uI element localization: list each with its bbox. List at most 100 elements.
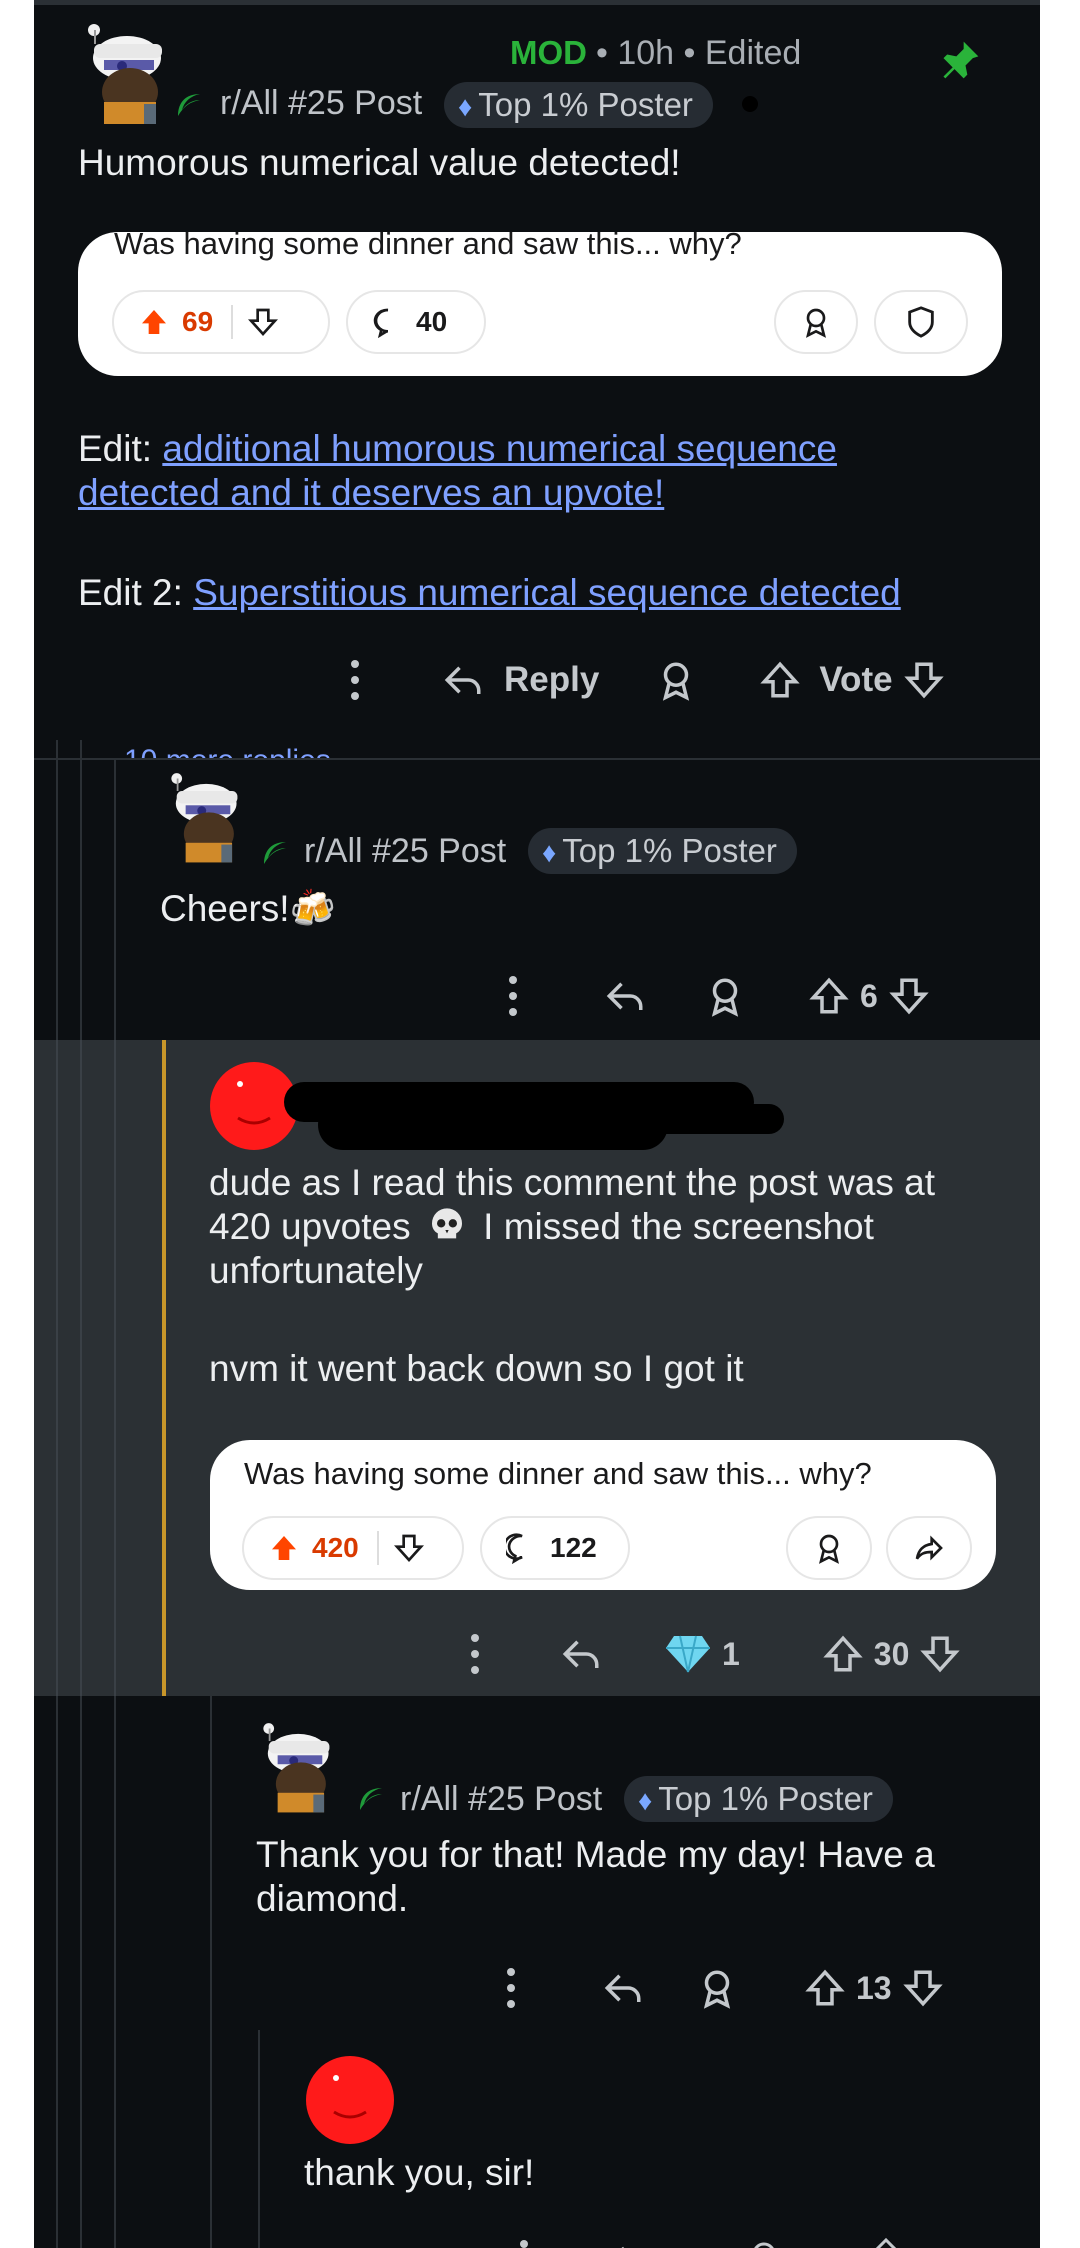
screenshot-seam	[34, 758, 1040, 760]
upvote-icon[interactable]	[759, 659, 801, 701]
comment-actions: Reply Vote	[348, 650, 945, 710]
snoo-avatar[interactable]	[258, 1718, 358, 1814]
upvote-icon[interactable]	[268, 1532, 300, 1564]
comment-body: nvm it went back down so I got it	[209, 1348, 744, 1389]
thread-line	[114, 1040, 116, 1696]
diamond-icon: ♦	[458, 91, 473, 122]
shield-icon	[908, 306, 934, 338]
mod-shield-button[interactable]	[874, 290, 968, 354]
upvote-icon[interactable]	[808, 975, 850, 1017]
edit-2: Edit 2: Superstitious numerical sequence…	[78, 570, 901, 615]
leaf-icon	[264, 842, 286, 864]
upvote-icon[interactable]	[804, 1967, 846, 2009]
reply-icon[interactable]	[604, 975, 646, 1017]
share-icon	[915, 1535, 943, 1561]
reply-icon[interactable]	[602, 1967, 644, 2009]
award-icon	[819, 1534, 839, 1564]
diamond-icon: ♦	[542, 837, 557, 868]
community-rank[interactable]: r/All #25 Post	[304, 832, 506, 871]
downvote-icon[interactable]	[903, 659, 945, 701]
embed-upvote-count: 420	[312, 1532, 359, 1563]
redacted-username	[534, 1104, 784, 1134]
user-flair[interactable]: ♦ Top 1% Poster	[444, 82, 713, 128]
edit-1-link-continued[interactable]: detected and it deserves an upvote!	[78, 472, 664, 513]
share-button[interactable]	[886, 1516, 972, 1580]
comment-body: Cheers!🍻	[160, 888, 336, 929]
leaf-icon	[360, 1788, 382, 1810]
more-icon[interactable]	[504, 1966, 518, 2010]
reply-button[interactable]: Reply	[504, 660, 599, 700]
embed-comment-count: 40	[416, 306, 448, 337]
award-icon[interactable]	[696, 1967, 738, 2009]
edit-1-link[interactable]: additional humorous numerical sequence	[162, 428, 837, 469]
comments-pill[interactable]: 40	[346, 290, 486, 354]
downvote-icon[interactable]	[919, 1633, 961, 1675]
top-divider	[34, 0, 1040, 5]
score: 13	[856, 1969, 892, 2006]
flair-label: Top 1% Poster	[658, 1780, 873, 1817]
snoo-avatar[interactable]	[166, 768, 266, 864]
thread-line	[258, 2030, 260, 2248]
vote-label: Vote	[819, 660, 893, 699]
award-icon[interactable]	[655, 659, 697, 701]
flair-label: Top 1% Poster	[562, 832, 777, 869]
pin-icon[interactable]	[938, 38, 982, 82]
diamond-icon: ♦	[638, 1785, 653, 1816]
comment-icon	[373, 308, 389, 338]
edit-1-line2: detected and it deserves an upvote!	[78, 470, 664, 515]
online-dot	[742, 96, 758, 112]
post-embed-card[interactable]: Was having some dinner and saw this... w…	[78, 226, 1002, 376]
diamond-icon[interactable]	[664, 1634, 712, 1674]
comment-body: dude as I read this comment the post was…	[209, 1162, 935, 1203]
embed-title: Was having some dinner and saw this... w…	[114, 226, 742, 261]
comment-actions-cut	[514, 2232, 1034, 2248]
upvote-icon[interactable]	[822, 1633, 864, 1675]
reply-icon[interactable]	[442, 659, 484, 701]
score: 6	[860, 977, 878, 1014]
vote-pill: 69	[112, 290, 330, 354]
award-button[interactable]	[786, 1516, 872, 1580]
comment-body: thank you, sir!	[304, 2152, 535, 2193]
edit-1-label: Edit:	[78, 428, 153, 469]
downvote-icon[interactable]	[247, 306, 279, 338]
comment-actions: 1 30	[468, 1624, 961, 1684]
embed-title: Was having some dinner and saw this... w…	[244, 1456, 872, 1491]
award-button[interactable]	[774, 290, 858, 354]
skull-icon	[427, 1205, 467, 1245]
vote-pill: 420	[242, 1516, 464, 1580]
mod-badge: MOD	[510, 34, 587, 71]
edit-1: Edit: additional humorous numerical sequ…	[78, 426, 837, 471]
edit-2-link[interactable]: Superstitious numerical sequence detecte…	[193, 572, 901, 613]
user-flair[interactable]: ♦ Top 1% Poster	[624, 1776, 893, 1822]
award-icon[interactable]	[704, 975, 746, 1017]
downvote-icon[interactable]	[902, 1967, 944, 2009]
comment-body: Thank you for that! Made my day! Have a	[256, 1834, 935, 1875]
comment-body: diamond.	[256, 1878, 409, 1919]
community-rank[interactable]: r/All #25 Post	[220, 84, 422, 123]
comment-body: unfortunately	[209, 1250, 423, 1291]
embed-comment-count: 122	[550, 1532, 597, 1563]
user-flair[interactable]: ♦ Top 1% Poster	[528, 828, 797, 874]
post-embed-card[interactable]: Was having some dinner and saw this... w…	[210, 1440, 996, 1590]
more-icon[interactable]	[348, 658, 362, 702]
red-avatar[interactable]	[304, 2054, 396, 2146]
comment-body: 420 upvotes I missed the screenshot	[209, 1205, 874, 1247]
more-icon[interactable]	[468, 1632, 482, 1676]
upvote-icon[interactable]	[138, 306, 170, 338]
reply-icon[interactable]	[560, 1633, 602, 1675]
comment-time: • 10h • Edited	[596, 34, 802, 72]
thread-line	[210, 1696, 212, 2248]
more-icon[interactable]	[506, 974, 520, 1018]
downvote-icon[interactable]	[393, 1532, 425, 1564]
comments-pill[interactable]: 122	[480, 1516, 630, 1580]
leaf-icon	[178, 94, 200, 116]
downvote-icon[interactable]	[888, 975, 930, 1017]
thread-line	[56, 1040, 58, 1696]
comment-actions: 6	[506, 966, 930, 1026]
award-icon	[806, 308, 826, 338]
community-rank[interactable]: r/All #25 Post	[400, 1780, 602, 1819]
comment-actions: 13	[504, 1958, 944, 2018]
embed-upvote-count: 69	[182, 306, 214, 337]
score: 30	[873, 1635, 910, 1672]
thread-line-accent	[162, 1040, 166, 1696]
